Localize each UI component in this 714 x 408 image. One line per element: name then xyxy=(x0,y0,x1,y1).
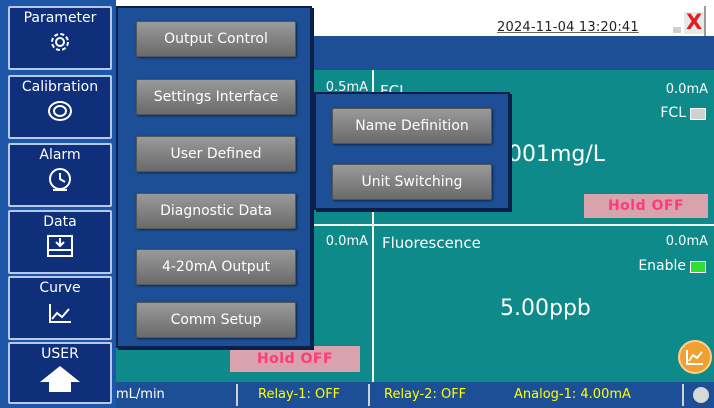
menu-4-20ma-output[interactable]: 4-20mA Output xyxy=(136,249,296,285)
fluorescence-value: 5.00ppb xyxy=(500,296,591,321)
sidebar-item-label: Calibration xyxy=(21,79,99,95)
gear-icon xyxy=(51,33,69,51)
status-divider xyxy=(368,384,370,406)
fcl-toggle-label: FCL xyxy=(660,105,686,121)
fluorescence-toggle[interactable] xyxy=(690,261,706,273)
fcl-value: 001mg/L xyxy=(508,142,606,167)
trend-chart-icon xyxy=(686,350,703,365)
status-indicator-dot xyxy=(693,387,709,403)
menu-settings-interface[interactable]: Settings Interface xyxy=(136,79,296,115)
clock-alarm-icon xyxy=(49,168,71,191)
datetime-display: 2024-11-04 13:20:41 xyxy=(497,20,639,35)
sidebar-item-parameter[interactable]: Parameter xyxy=(8,6,112,70)
sidebar-item-curve[interactable]: Curve xyxy=(8,276,112,340)
fcl-current: 0.0mA xyxy=(665,82,708,97)
settings-submenu: Name Definition Unit Switching xyxy=(314,92,510,210)
target-icon xyxy=(48,101,72,121)
sidebar: Parameter Calibration Alarm Data Curve U… xyxy=(0,0,116,408)
submenu-name-definition[interactable]: Name Definition xyxy=(332,108,492,144)
status-flow-unit: mL/min xyxy=(116,387,165,402)
status-bar: mL/min Relay-1: OFF Relay-2: OFF Analog-… xyxy=(110,382,714,408)
fcl-hold-button[interactable]: Hold OFF xyxy=(584,194,708,218)
sidebar-item-label: USER xyxy=(41,346,79,362)
top-divider xyxy=(704,6,706,36)
sidebar-item-user[interactable]: USER xyxy=(8,342,112,404)
menu-output-control[interactable]: Output Control xyxy=(136,21,296,57)
menu-comm-setup[interactable]: Comm Setup xyxy=(136,302,296,338)
status-analog-1: Analog-1: 4.00mA xyxy=(514,387,631,402)
channel-3-hold-button[interactable]: Hold OFF xyxy=(230,346,360,372)
sidebar-item-label: Parameter xyxy=(23,10,97,26)
status-divider xyxy=(236,384,238,406)
panel-fluorescence[interactable]: Fluorescence 0.0mA Enable 5.00ppb xyxy=(374,226,714,382)
sidebar-item-label: Curve xyxy=(39,280,81,296)
sidebar-item-label: Data xyxy=(43,214,77,230)
channel-3-current: 0.0mA xyxy=(325,234,368,249)
fluorescence-current: 0.0mA xyxy=(665,234,708,249)
trend-icon xyxy=(49,304,71,323)
disk-icon xyxy=(47,235,73,257)
parameter-menu: Output Control Settings Interface User D… xyxy=(116,6,312,348)
sidebar-item-data[interactable]: Data xyxy=(8,210,112,274)
chart-button[interactable] xyxy=(678,340,712,374)
close-icon[interactable]: X xyxy=(686,11,702,33)
status-divider xyxy=(682,384,684,406)
status-relay-1: Relay-1: OFF xyxy=(258,387,341,402)
grip-handle xyxy=(673,27,681,33)
sidebar-item-alarm[interactable]: Alarm xyxy=(8,143,112,207)
fcl-toggle[interactable] xyxy=(690,108,706,120)
sidebar-item-calibration[interactable]: Calibration xyxy=(8,75,112,139)
submenu-unit-switching[interactable]: Unit Switching xyxy=(332,164,492,200)
status-relay-2: Relay-2: OFF xyxy=(384,387,467,402)
fluorescence-toggle-label: Enable xyxy=(638,258,686,274)
menu-user-defined[interactable]: User Defined xyxy=(136,136,296,172)
menu-diagnostic-data[interactable]: Diagnostic Data xyxy=(136,193,296,229)
home-icon xyxy=(40,366,80,392)
fluorescence-label: Fluorescence xyxy=(382,234,481,252)
sidebar-item-label: Alarm xyxy=(39,147,81,163)
